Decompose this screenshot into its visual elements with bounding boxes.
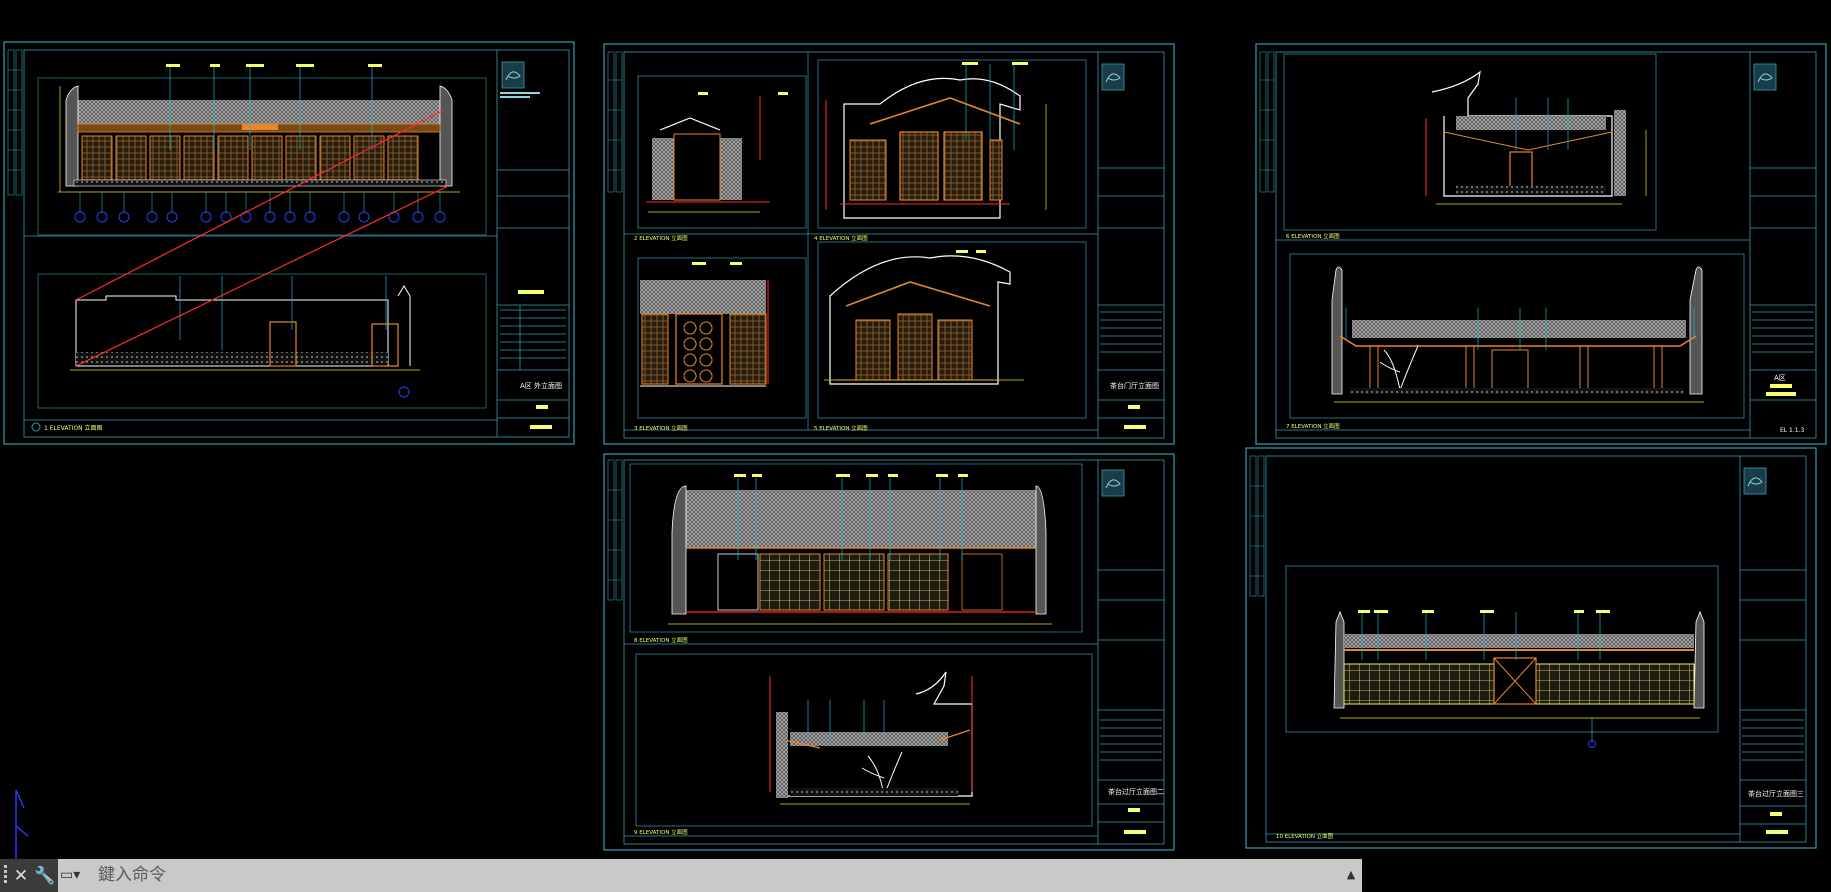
drawing-sheet-1[interactable]: A区 外立面图 1 ELEVATION 立面图 — [3, 41, 575, 445]
svg-text:1 ELEVATION 立面图: 1 ELEVATION 立面图 — [44, 424, 103, 432]
command-input-wrapper: ▭▾ ▲ — [58, 859, 1362, 892]
cad-model-space[interactable]: A区 外立面图 1 ELEVATION 立面图 茶台门厅立面图 2 ELEVAT… — [0, 0, 1831, 892]
sheet-number-3: EL 1.1.3 — [1780, 427, 1804, 434]
drawing-sheet-4[interactable]: 茶台过厅立面图二 8 ELEVATION 立面图 9 ELEVATION 立面图 — [603, 453, 1175, 851]
ucs-icon — [15, 789, 56, 865]
title-block-name-3: A区 — [1774, 374, 1786, 382]
expand-up-icon[interactable]: ▲ — [1344, 865, 1358, 885]
view-tags-sheet-4: 8 ELEVATION 立面图 9 ELEVATION 立面图 — [634, 636, 688, 836]
svg-text:9 ELEVATION 立面图: 9 ELEVATION 立面图 — [634, 828, 688, 836]
drawing-sheet-2[interactable]: 茶台门厅立面图 2 ELEVATION 立面图 4 ELEVATION 立面图 … — [603, 43, 1175, 445]
company-logo — [1101, 63, 1125, 91]
drawing-sheet-3[interactable]: A区 EL 1.1.3 6 ELEVATION 立面图 7 ELEVATION … — [1255, 43, 1827, 445]
elevation-view-7 — [1331, 266, 1704, 403]
command-line-grip-handle[interactable] — [4, 865, 8, 887]
command-line-bar: ✕ 🔧 ▭▾ ▲ — [0, 859, 1362, 892]
elevation-view-10 — [1333, 610, 1705, 748]
company-logo — [1753, 63, 1777, 91]
title-block-name-5: 茶台过厅立面图三 — [1748, 789, 1804, 798]
title-block-name-1: A区 外立面图 — [520, 381, 562, 390]
view-tags-sheet-5: 10 ELEVATION 立面图 — [1276, 832, 1334, 840]
svg-text:7 ELEVATION 立面图: 7 ELEVATION 立面图 — [1286, 422, 1340, 430]
title-block-name-4: 茶台过厅立面图二 — [1108, 787, 1164, 796]
company-logo — [1101, 469, 1125, 497]
view-tag-1: 1 ELEVATION 立面图 — [31, 422, 103, 432]
svg-text:10 ELEVATION 立面图: 10 ELEVATION 立面图 — [1276, 832, 1334, 840]
elevation-view-6 — [1425, 70, 1647, 205]
elevation-view-8 — [668, 474, 1052, 625]
title-block-name-2: 茶台门厅立面图 — [1110, 381, 1159, 390]
elevation-view-9 — [769, 671, 973, 805]
svg-text:8 ELEVATION 立面图: 8 ELEVATION 立面图 — [634, 636, 688, 644]
svg-text:4 ELEVATION 立面图: 4 ELEVATION 立面图 — [814, 234, 868, 242]
drawing-sheet-5[interactable]: 茶台过厅立面图三 10 ELEVATION 立面图 — [1245, 447, 1817, 849]
svg-text:2 ELEVATION 立面图: 2 ELEVATION 立面图 — [634, 234, 688, 242]
elevation-side-wall — [70, 276, 420, 398]
svg-text:5 ELEVATION 立面图: 5 ELEVATION 立面图 — [814, 424, 868, 432]
company-logo — [1743, 467, 1767, 495]
elevation-view-4 — [825, 64, 1047, 219]
elevation-view-2 — [646, 96, 770, 213]
command-history-icon[interactable]: ▭▾ — [60, 863, 90, 887]
elevation-view-3 — [640, 280, 769, 387]
elevation-long-wall — [58, 64, 460, 223]
svg-text:3 ELEVATION 立面图: 3 ELEVATION 立面图 — [634, 424, 688, 432]
command-input[interactable] — [94, 862, 1332, 888]
close-icon[interactable]: ✕ — [12, 863, 30, 889]
company-logo — [501, 61, 525, 89]
elevation-view-5 — [824, 255, 1024, 385]
wrench-icon[interactable]: 🔧 — [34, 863, 55, 889]
svg-text:6 ELEVATION 立面图: 6 ELEVATION 立面图 — [1286, 232, 1340, 240]
